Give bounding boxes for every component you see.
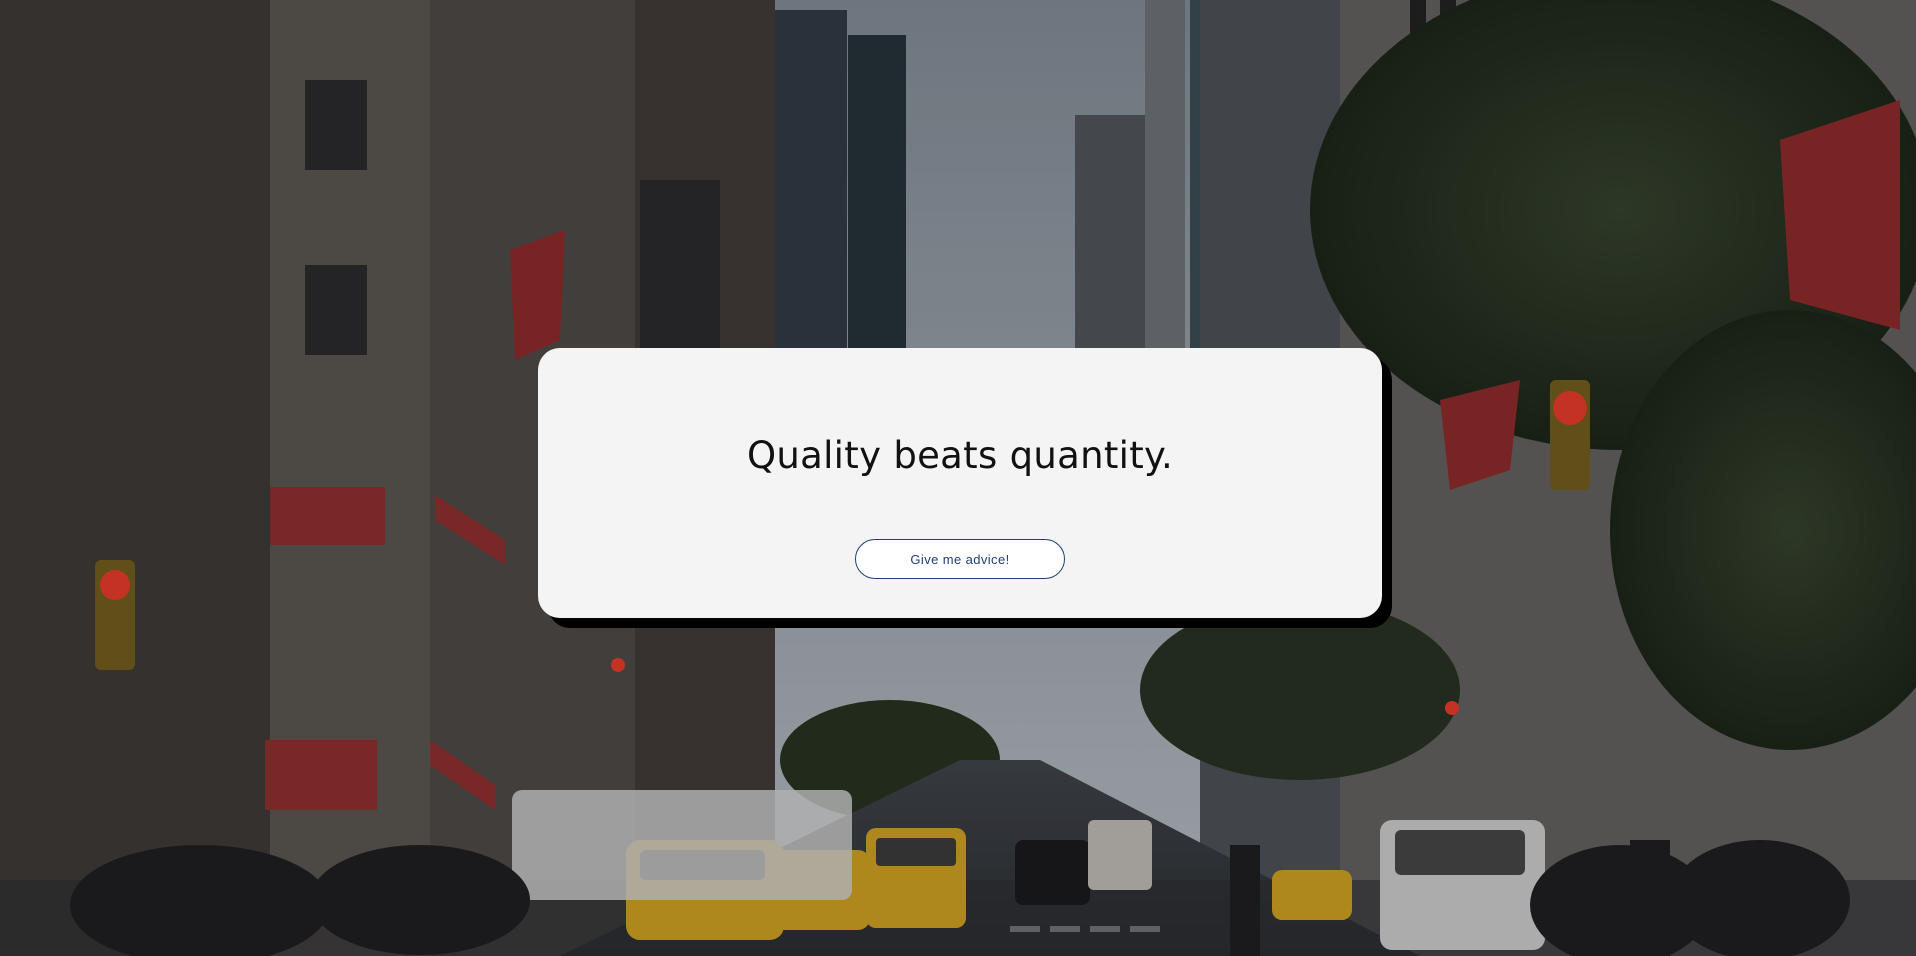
hero-headline: Quality beats quantity. [746, 434, 1174, 477]
give-advice-button[interactable]: Give me advice! [855, 539, 1065, 579]
hero-card: Quality beats quantity. Give me advice! [538, 348, 1382, 618]
